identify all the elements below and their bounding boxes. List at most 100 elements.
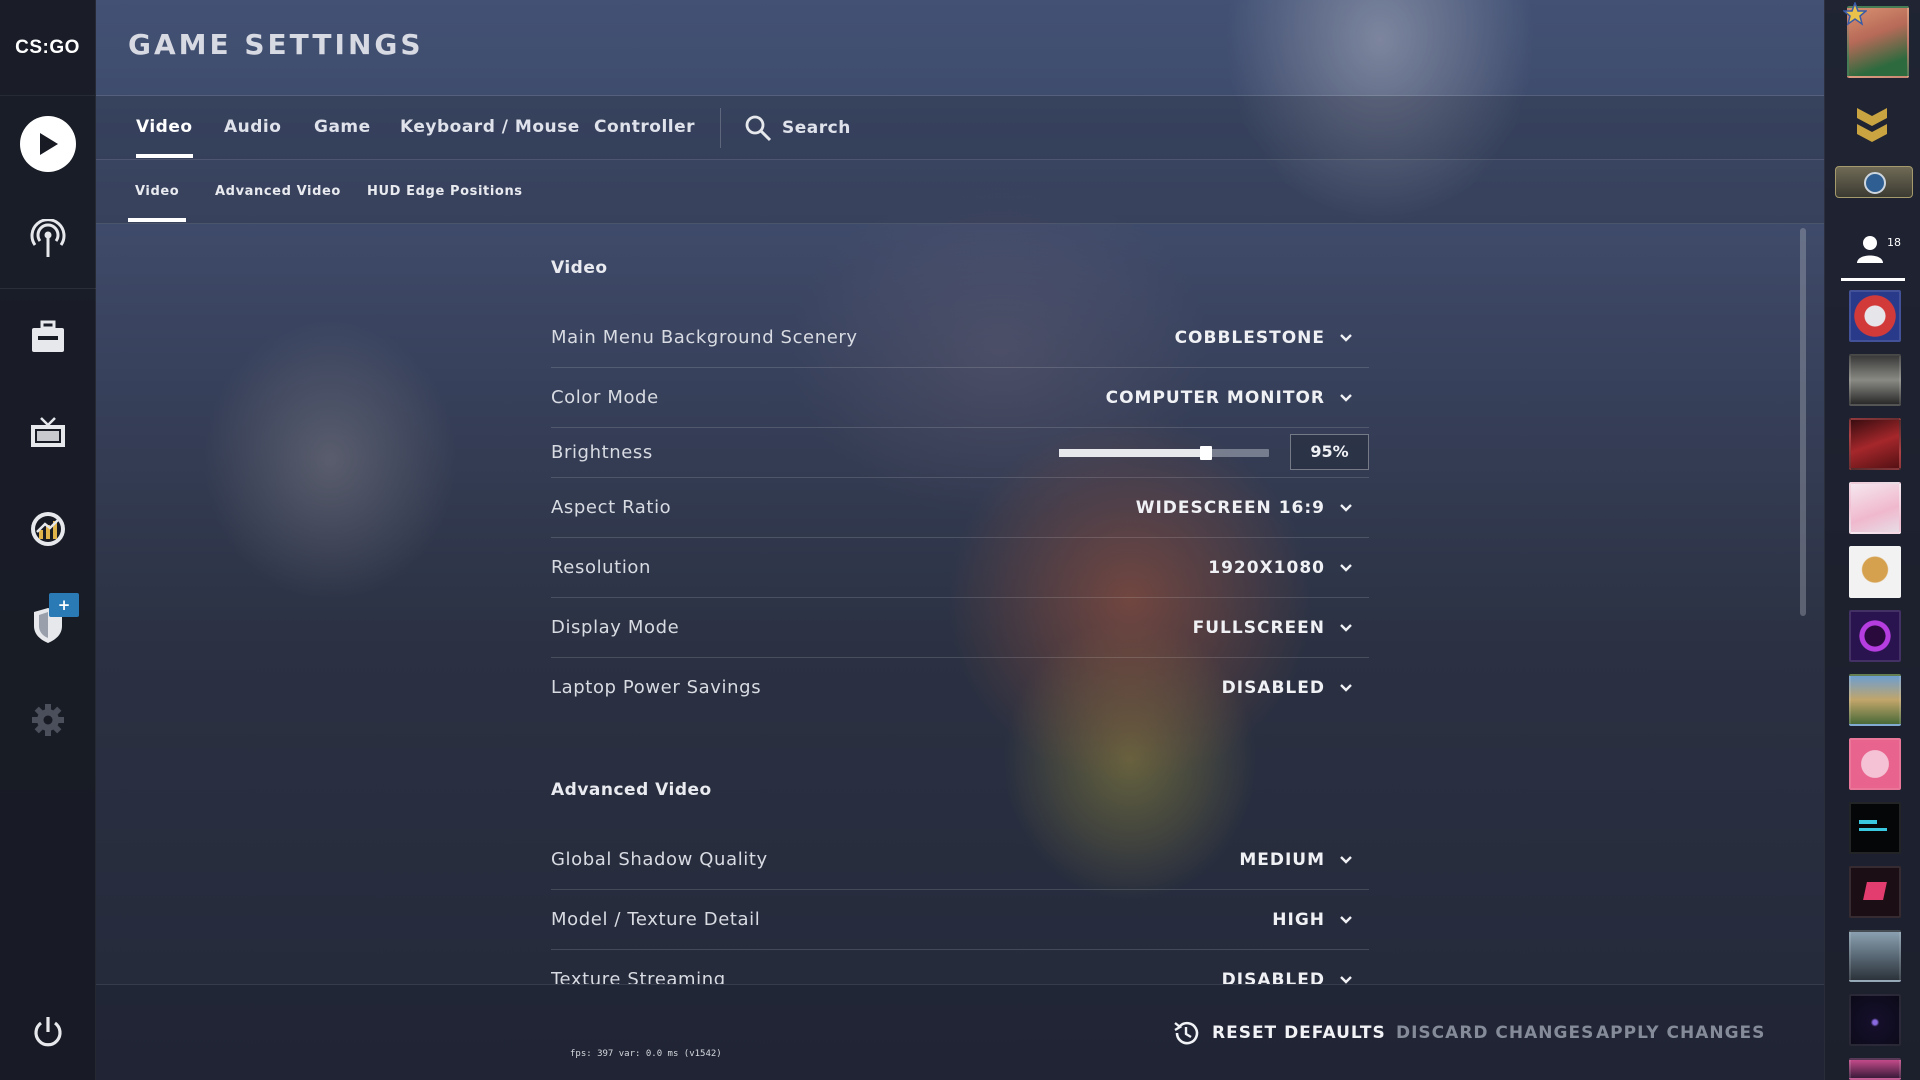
setting-row-brightness: Brightness 95% [551, 428, 1369, 478]
setting-dropdown[interactable]: MEDIUM [1239, 830, 1353, 890]
dropdown-value: HIGH [1272, 910, 1325, 930]
setting-label: Resolution [551, 557, 652, 578]
setting-row-texture-detail[interactable]: Model / Texture Detail HIGH [551, 890, 1369, 950]
settings-tabs: Video Audio Game Keyboard / Mouse Contro… [96, 96, 1824, 160]
setting-row-texture-streaming[interactable]: Texture Streaming DISABLED [551, 950, 1369, 984]
dropdown-value: MEDIUM [1239, 850, 1325, 870]
setting-dropdown[interactable]: FULLSCREEN [1193, 598, 1353, 658]
chevron-down-icon [1340, 916, 1352, 924]
dropdown-value: FULLSCREEN [1192, 618, 1325, 638]
dropdown-value: COMPUTER MONITOR [1105, 388, 1325, 408]
setting-row-shadow-quality[interactable]: Global Shadow Quality MEDIUM [551, 830, 1369, 890]
setting-label: Texture Streaming [551, 969, 726, 984]
tab-video[interactable]: Video [136, 96, 193, 160]
dropdown-value: 1920X1080 [1208, 558, 1325, 578]
setting-label: Display Mode [551, 617, 680, 638]
setting-dropdown[interactable]: COBBLESTONE [1175, 308, 1353, 368]
tab-controller[interactable]: Controller [594, 96, 695, 160]
friend-avatar[interactable] [1849, 418, 1901, 470]
setting-label: Aspect Ratio [551, 497, 672, 518]
friend-avatar[interactable] [1849, 930, 1901, 982]
chevron-down-icon [1340, 564, 1352, 572]
stats-icon [31, 512, 65, 546]
play-button[interactable] [0, 109, 96, 179]
tab-game[interactable]: Game [314, 96, 371, 160]
gear-icon [32, 704, 64, 736]
setting-row-color-mode[interactable]: Color Mode COMPUTER MONITOR [551, 368, 1369, 428]
setting-dropdown[interactable]: HIGH [1272, 890, 1353, 950]
settings-button[interactable] [0, 685, 96, 755]
star-icon [1843, 2, 1867, 26]
setting-label: Global Shadow Quality [551, 849, 768, 870]
apply-changes-button[interactable]: APPLY CHANGES [1596, 985, 1765, 1080]
friend-avatar[interactable] [1849, 290, 1901, 342]
settings-scrollbar[interactable] [1800, 228, 1806, 616]
broadcast-button[interactable] [0, 204, 96, 274]
search-button[interactable]: Search [744, 96, 851, 160]
setting-dropdown[interactable]: COMPUTER MONITOR [1106, 368, 1353, 428]
brightness-value-input[interactable]: 95% [1290, 434, 1369, 470]
tab-separator [720, 108, 721, 148]
slider-fill [1059, 449, 1206, 457]
video-subtabs: Video Advanced Video HUD Edge Positions [96, 160, 1824, 224]
section-title-advanced-video: Advanced Video [551, 780, 712, 800]
friend-avatar[interactable] [1849, 866, 1901, 918]
tab-keyboard-mouse[interactable]: Keyboard / Mouse [400, 96, 580, 160]
discard-changes-button[interactable]: DISCARD CHANGES [1396, 985, 1594, 1080]
friends-button[interactable]: 18 [1841, 232, 1905, 280]
setting-dropdown[interactable]: DISABLED [1222, 658, 1353, 718]
dropdown-value: COBBLESTONE [1174, 328, 1325, 348]
friend-avatar[interactable] [1849, 482, 1901, 534]
setting-row-resolution[interactable]: Resolution 1920X1080 [551, 538, 1369, 598]
setting-row-background-scenery[interactable]: Main Menu Background Scenery COBBLESTONE [551, 308, 1369, 368]
chevron-down-icon [1340, 334, 1352, 342]
setting-row-display-mode[interactable]: Display Mode FULLSCREEN [551, 598, 1369, 658]
chevron-down-icon [1340, 684, 1352, 692]
skill-group-icon [1835, 166, 1913, 198]
history-icon [1174, 1021, 1199, 1045]
stats-button[interactable] [0, 494, 96, 564]
friend-avatar[interactable] [1849, 610, 1901, 662]
user-icon [1857, 236, 1883, 263]
power-button[interactable] [0, 997, 96, 1067]
friend-avatar[interactable] [1849, 546, 1901, 598]
fps-counter: fps: 397 var: 0.0 ms (v1542) [570, 1049, 722, 1059]
chevron-down-icon [1340, 624, 1352, 632]
settings-panel: Video Main Menu Background Scenery COBBL… [551, 224, 1369, 984]
setting-row-power-savings[interactable]: Laptop Power Savings DISABLED [551, 658, 1369, 718]
friend-avatar[interactable] [1849, 354, 1901, 406]
operations-button[interactable]: + [0, 590, 96, 660]
friend-avatar[interactable] [1849, 674, 1901, 726]
subtab-advanced-video[interactable]: Advanced Video [215, 160, 341, 224]
friends-count: 18 [1887, 236, 1901, 249]
setting-row-aspect-ratio[interactable]: Aspect Ratio WIDESCREEN 16:9 [551, 478, 1369, 538]
player-avatar[interactable] [1843, 2, 1909, 78]
setting-dropdown[interactable]: WIDESCREEN 16:9 [1136, 478, 1353, 538]
reset-defaults-label: RESET DEFAULTS [1212, 1023, 1386, 1043]
chevron-down-icon [1340, 504, 1352, 512]
chevron-down-icon [1340, 856, 1352, 864]
friend-avatar[interactable] [1849, 1058, 1901, 1080]
friend-avatar[interactable] [1849, 994, 1901, 1046]
csgo-logo[interactable]: CS:GO [0, 0, 95, 96]
chevron-down-icon [1340, 976, 1352, 984]
subtab-hud-edge-positions[interactable]: HUD Edge Positions [367, 160, 523, 224]
broadcast-icon [30, 219, 66, 257]
subtab-video[interactable]: Video [128, 160, 187, 224]
slider-handle[interactable] [1200, 446, 1212, 460]
tab-audio[interactable]: Audio [224, 96, 281, 160]
tv-icon [31, 417, 65, 447]
brightness-slider[interactable] [1059, 446, 1269, 460]
new-badge: + [49, 593, 79, 617]
inventory-button[interactable] [0, 302, 96, 372]
friend-avatar[interactable] [1849, 738, 1901, 790]
friend-avatar[interactable] [1849, 802, 1901, 854]
dropdown-value: DISABLED [1221, 970, 1325, 984]
watch-button[interactable] [0, 398, 96, 468]
search-label: Search [782, 118, 851, 138]
setting-label: Main Menu Background Scenery [551, 327, 858, 348]
reset-defaults-button[interactable]: RESET DEFAULTS [1172, 985, 1386, 1080]
setting-label: Brightness [551, 442, 653, 463]
setting-dropdown[interactable]: 1920X1080 [1208, 538, 1353, 598]
setting-dropdown[interactable]: DISABLED [1222, 950, 1353, 984]
